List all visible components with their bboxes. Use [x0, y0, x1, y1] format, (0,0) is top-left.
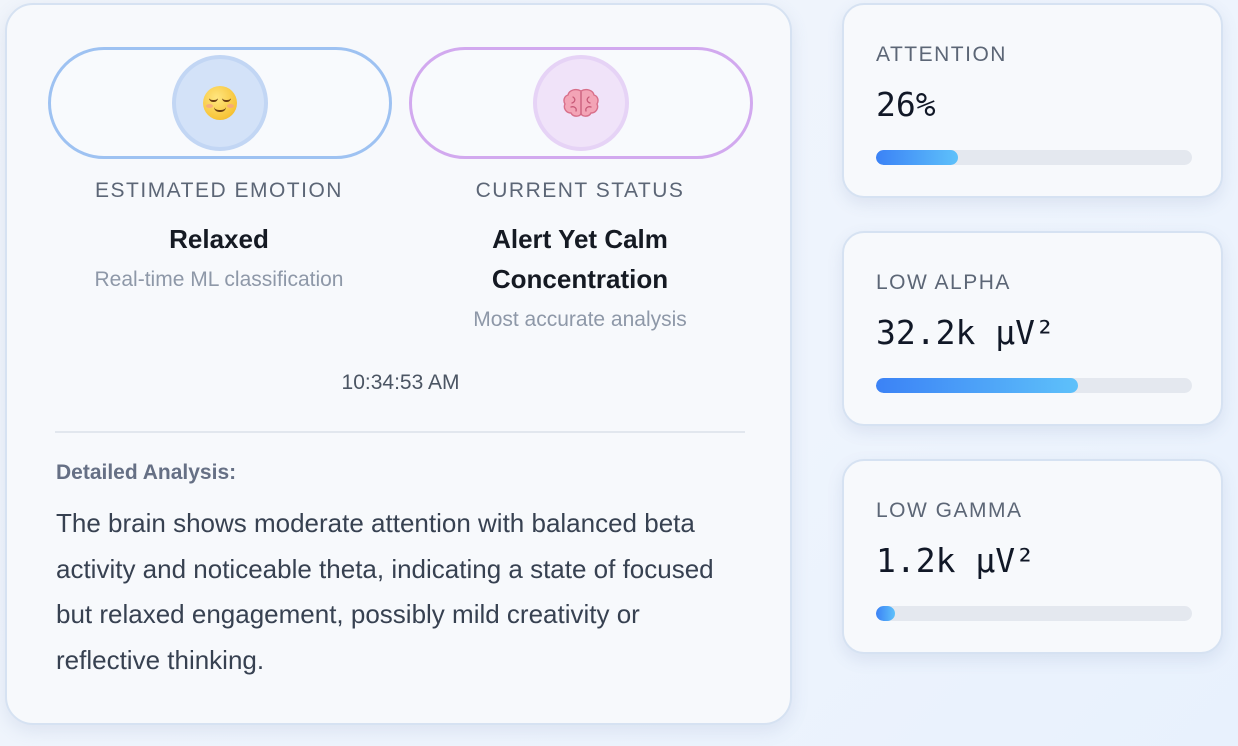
emotion-value: Relaxed [169, 224, 269, 254]
emotion-icon-circle [172, 55, 268, 151]
metric-card-low-gamma: LOW GAMMA 1.2k µV² [842, 459, 1223, 654]
metric-label: LOW GAMMA [876, 499, 1023, 522]
status-value-line2: Concentration [491, 264, 669, 294]
status-column: CURRENT STATUS Alert Yet Calm Concentrat… [400, 177, 760, 333]
analysis-text: The brain shows moderate attention with … [56, 508, 714, 675]
divider [55, 431, 745, 433]
progress-bar [876, 378, 1192, 393]
emotion-label: ESTIMATED EMOTION [95, 179, 343, 202]
emotion-subtitle: Real-time ML classification [94, 268, 344, 291]
relieved-face-icon [203, 86, 237, 120]
status-subtitle: Most accurate analysis [473, 308, 687, 331]
status-value-line1: Alert Yet Calm [492, 224, 668, 254]
metric-value: 26% [876, 85, 936, 124]
metric-value: 32.2k µV² [876, 313, 1055, 352]
metric-card-low-alpha: LOW ALPHA 32.2k µV² [842, 231, 1223, 426]
status-icon-circle [533, 55, 629, 151]
brain-icon [563, 88, 599, 117]
status-label: CURRENT STATUS [475, 179, 685, 202]
emotion-pill [48, 47, 392, 159]
progress-bar-fill [876, 378, 1079, 393]
metric-value: 1.2k µV² [876, 541, 1035, 580]
metric-label: LOW ALPHA [876, 271, 1011, 294]
emotion-analysis-card: ESTIMATED EMOTION Relaxed Real-time ML c… [5, 3, 792, 725]
status-pill [409, 47, 753, 159]
progress-bar [876, 606, 1192, 621]
timestamp: 10:34:53 AM [341, 371, 460, 394]
metric-label: ATTENTION [876, 43, 1007, 66]
progress-bar [876, 150, 1192, 165]
emotion-column: ESTIMATED EMOTION Relaxed Real-time ML c… [39, 177, 399, 293]
progress-bar-fill [876, 150, 959, 165]
analysis-title: Detailed Analysis: [56, 461, 237, 484]
progress-bar-fill [876, 606, 895, 621]
metric-card-attention: ATTENTION 26% [842, 3, 1223, 198]
